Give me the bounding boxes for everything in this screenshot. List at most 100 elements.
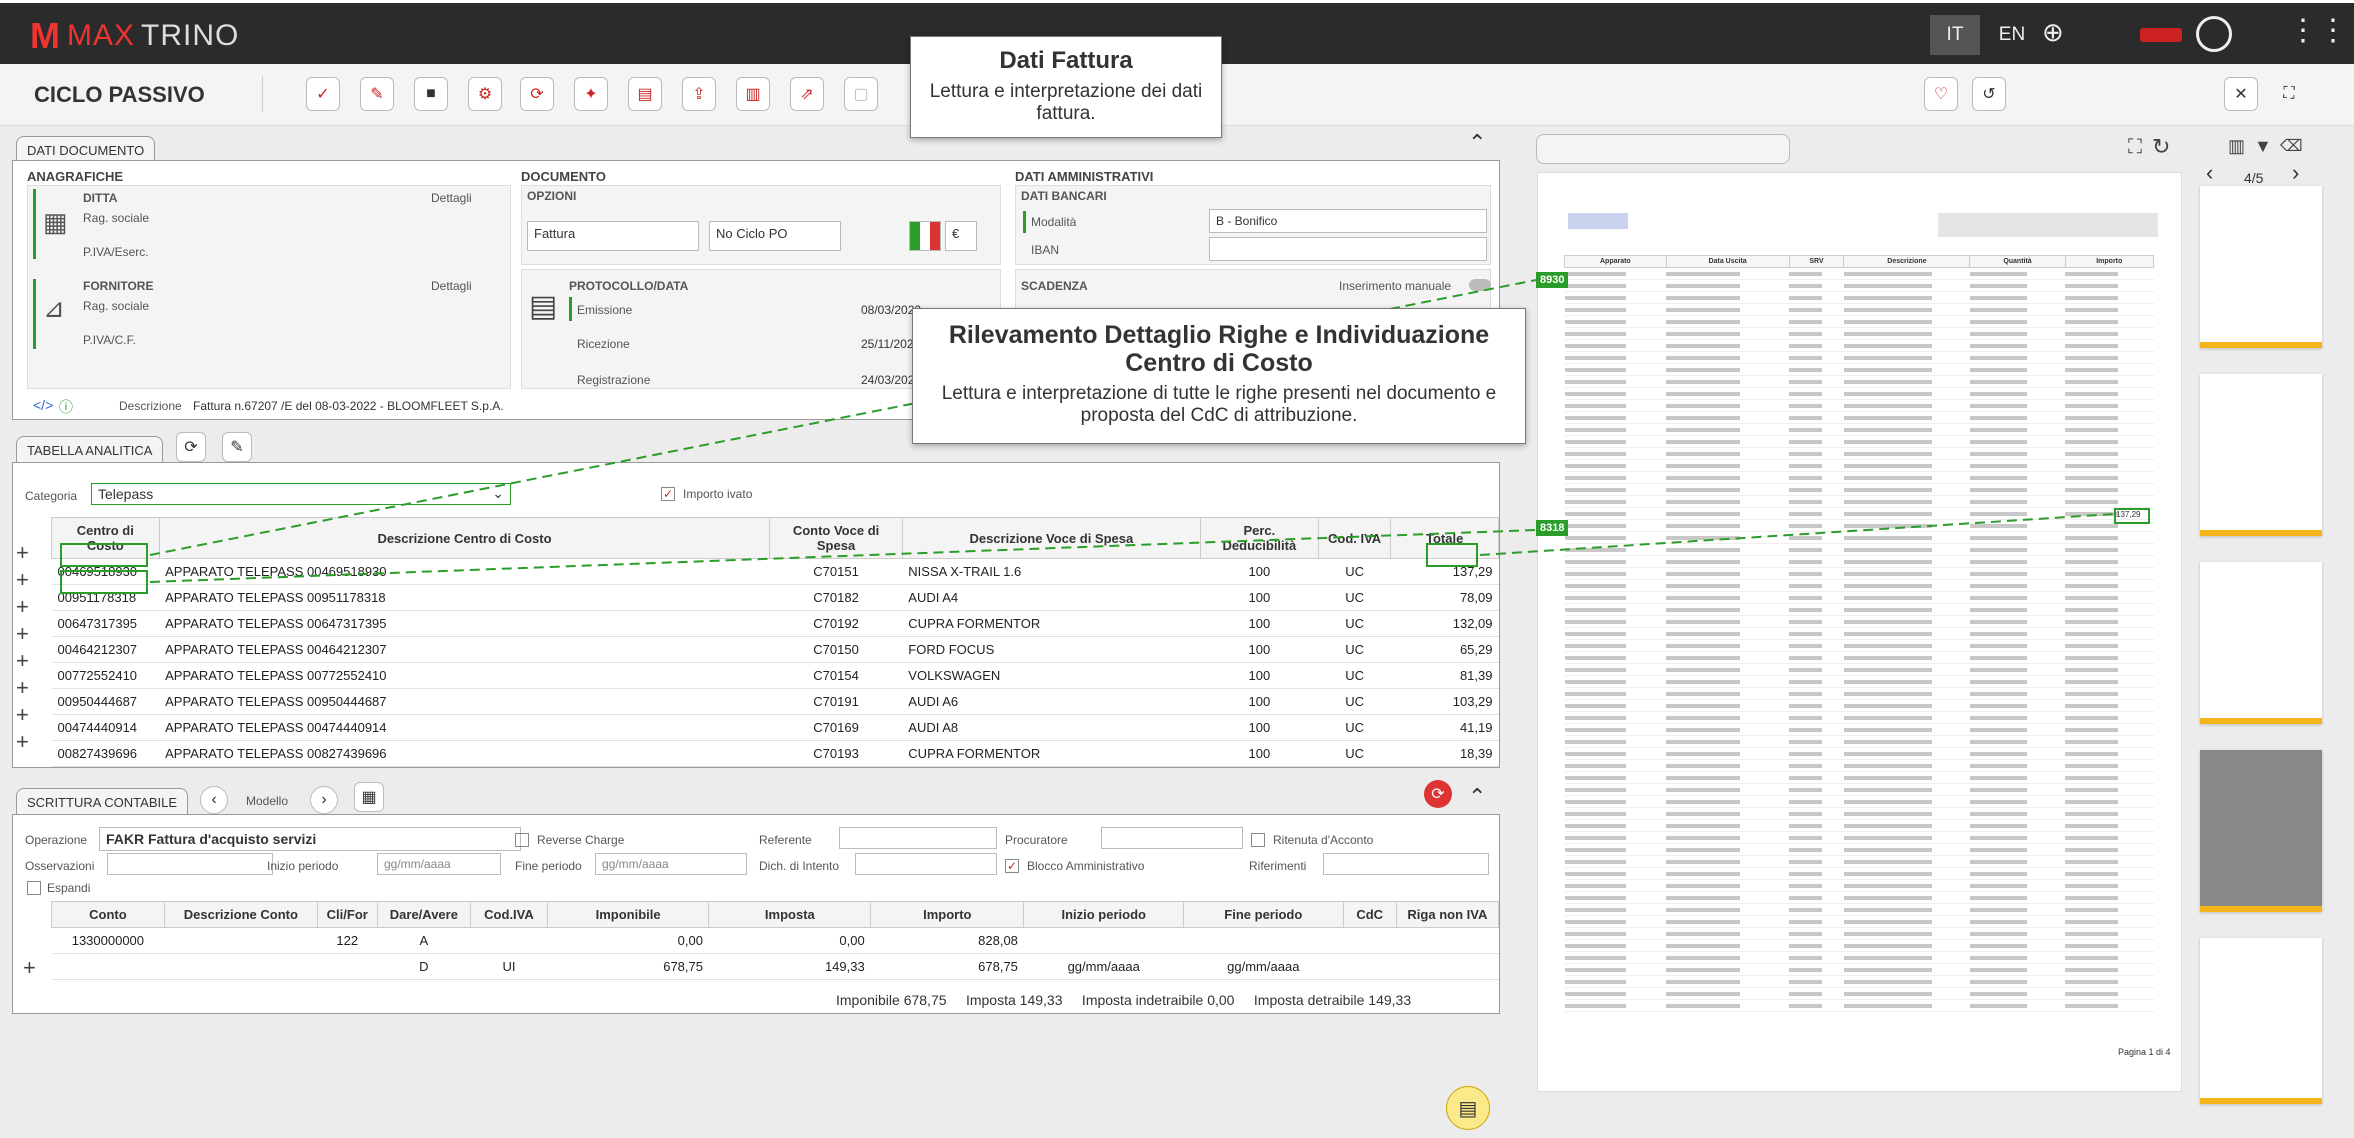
expand-row-icon[interactable]: + [16, 621, 29, 647]
favorite-icon[interactable]: ♡ [1924, 77, 1958, 111]
col-imponibile[interactable]: Imponibile [546, 901, 710, 928]
thumbnail-page-2[interactable] [2200, 374, 2322, 536]
osservazioni-field[interactable] [107, 853, 273, 875]
toolbar-delete-icon[interactable]: ■ [414, 77, 448, 111]
table-row[interactable]: 00474440914 APPARATO TELEPASS 00474440914… [51, 714, 1499, 741]
table-cell[interactable]: 1330000000 [51, 927, 165, 954]
expand-row-icon[interactable]: + [16, 540, 29, 566]
history-icon[interactable]: ↺ [1972, 77, 2006, 111]
col-descr-voce[interactable]: Descrizione Voce di Spesa [901, 517, 1201, 559]
table-row[interactable]: 00772552410 APPARATO TELEPASS 00772552410… [51, 662, 1499, 689]
expand-row-icon[interactable]: + [16, 675, 29, 701]
add-scrittura-row-icon[interactable]: + [23, 955, 36, 981]
table-cell[interactable]: 0,00 [547, 927, 709, 954]
dich-intento-field[interactable] [855, 853, 997, 875]
toolbar-edit-icon[interactable]: ✎ [360, 77, 394, 111]
iban-field[interactable] [1209, 237, 1487, 261]
toolbar-confirm-icon[interactable]: ✓ [306, 77, 340, 111]
table-cell[interactable] [51, 953, 165, 980]
thumbnail-page-3[interactable] [2200, 562, 2322, 724]
col-importo[interactable]: Importo [870, 901, 1025, 928]
table-row[interactable]: 1330000000 122 A 0,00 0,00 828,08 [51, 927, 1499, 954]
filter-icon[interactable]: ▼ [2254, 136, 2272, 157]
collapse-icon[interactable]: ⌃ [1468, 130, 1486, 156]
fit-icon[interactable]: ⛶ [2128, 136, 2142, 159]
tab-tabella-analitica[interactable]: TABELLA ANALITICA [16, 436, 164, 464]
prev-modello-icon[interactable]: ‹ [200, 786, 228, 814]
riferimenti-field[interactable] [1323, 853, 1489, 875]
next-modello-icon[interactable]: › [310, 786, 338, 814]
table-cell[interactable]: UI [470, 953, 548, 980]
col-perc-deduc[interactable]: Perc. Deducibilità [1199, 517, 1319, 559]
expand-row-icon[interactable]: + [16, 594, 29, 620]
code-icon[interactable]: </> [33, 397, 53, 413]
col-conto-voce[interactable]: Conto Voce di Spesa [769, 517, 903, 559]
tab-scrittura-contabile[interactable]: SCRITTURA CONTABILE [16, 788, 189, 816]
table-cell[interactable] [1183, 927, 1344, 954]
thumbnail-page-1[interactable] [2200, 186, 2322, 348]
fornitore-dettagli-link[interactable]: Dettagli [431, 279, 472, 293]
globe-icon[interactable]: ⊕ [2042, 17, 2064, 48]
tipo-fattura-field[interactable]: Fattura [527, 221, 699, 251]
col-descr-conto[interactable]: Descrizione Conto [163, 901, 318, 928]
table-cell[interactable]: 828,08 [870, 927, 1024, 954]
importo-ivato-checkbox[interactable]: ✓ [661, 487, 675, 501]
document-search-field[interactable] [1536, 134, 1790, 164]
procuratore-field[interactable] [1101, 827, 1243, 849]
categoria-select[interactable]: Telepass ⌄ [91, 483, 511, 505]
table-cell[interactable]: 122 [317, 927, 378, 954]
toolbar-export-icon[interactable]: ⇗ [790, 77, 824, 111]
col-dare-avere[interactable]: Dare/Avere [376, 901, 472, 928]
col-cdc[interactable]: CdC [1342, 901, 1397, 928]
reload-red-icon[interactable]: ⟳ [1424, 780, 1452, 808]
lang-en-button[interactable]: EN [1990, 15, 2034, 55]
avatar-icon[interactable] [2196, 16, 2232, 52]
inizio-periodo-field[interactable]: gg/mm/aaaa [377, 853, 501, 875]
next-page-icon[interactable]: › [2292, 160, 2299, 186]
toolbar-doc-icon[interactable]: ▤ [628, 77, 662, 111]
table-cell[interactable]: D [377, 953, 471, 980]
table-row[interactable]: 00464212307 APPARATO TELEPASS 00464212307… [51, 636, 1499, 663]
col-fine[interactable]: Fine periodo [1183, 901, 1344, 928]
col-riga-non-iva[interactable]: Riga non IVA [1395, 901, 1500, 928]
lang-it-button[interactable]: IT [1930, 15, 1980, 55]
operazione-field[interactable]: FAKR Fattura d'acquisto servizi [99, 827, 521, 851]
clear-filter-icon[interactable]: ⌫ [2280, 136, 2303, 156]
ditta-dettagli-link[interactable]: Dettagli [431, 191, 472, 205]
toolbar-tag-icon[interactable]: ✦ [574, 77, 608, 111]
col-cod-iva[interactable]: Cod. IVA [1317, 517, 1392, 559]
col-imposta[interactable]: Imposta [708, 901, 872, 928]
table-cell[interactable] [164, 953, 318, 980]
calculator-icon[interactable]: ▦ [354, 782, 384, 812]
espandi-checkbox[interactable] [27, 881, 41, 895]
edit-table-icon[interactable]: ✎ [222, 432, 252, 462]
inserimento-toggle[interactable] [1469, 279, 1491, 291]
expand-row-icon[interactable]: + [16, 729, 29, 755]
thumbnail-page-5[interactable] [2200, 938, 2322, 1104]
toolbar-pdf-icon[interactable]: ▥ [736, 77, 770, 111]
apps-grid-icon[interactable]: ⋮⋮⋮ [2288, 13, 2354, 48]
referente-field[interactable] [839, 827, 997, 849]
table-row[interactable]: 00951178318 APPARATO TELEPASS 00951178318… [51, 584, 1499, 611]
col-cod-iva[interactable]: Cod.IVA [470, 901, 548, 928]
table-cell[interactable] [317, 953, 378, 980]
toolbar-upload-icon[interactable]: ⇪ [682, 77, 716, 111]
toolbar-refresh-icon[interactable]: ⟳ [520, 77, 554, 111]
app-logo[interactable]: M MAX TRINO [30, 15, 239, 57]
table-cell[interactable] [164, 927, 318, 954]
modalita-field[interactable]: B - Bonifico [1209, 209, 1487, 233]
col-inizio[interactable]: Inizio periodo [1023, 901, 1184, 928]
table-cell[interactable]: gg/mm/aaaa [1023, 953, 1184, 980]
col-cli-for[interactable]: Cli/For [316, 901, 378, 928]
rotate-icon[interactable]: ↻ [2152, 134, 2170, 160]
table-cell[interactable]: gg/mm/aaaa [1183, 953, 1344, 980]
refresh-table-icon[interactable]: ⟳ [176, 432, 206, 462]
table-cell[interactable] [1343, 927, 1397, 954]
table-cell[interactable] [470, 927, 548, 954]
col-conto[interactable]: Conto [51, 901, 165, 928]
table-cell[interactable] [1396, 927, 1499, 954]
notes-icon[interactable]: ▤ [1446, 1086, 1490, 1130]
flag-italy-icon[interactable] [909, 221, 941, 251]
table-cell[interactable]: 678,75 [870, 953, 1024, 980]
blocco-checkbox[interactable]: ✓ [1005, 859, 1019, 873]
